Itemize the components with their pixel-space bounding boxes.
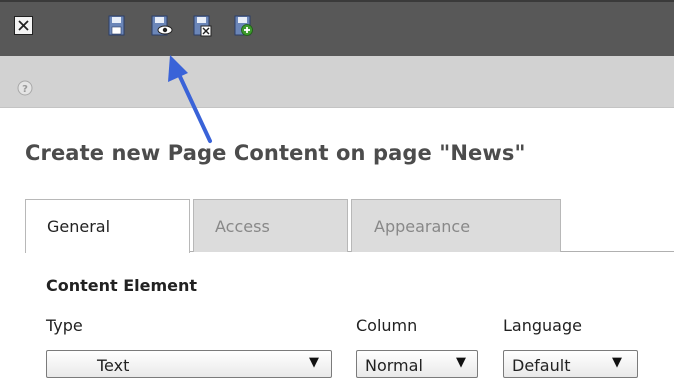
save-and-new-icon <box>234 15 253 36</box>
svg-text:?: ? <box>22 84 28 95</box>
doc-toolbar <box>0 0 674 56</box>
save-and-close-button[interactable] <box>193 15 212 37</box>
chevron-down-icon: ▼ <box>456 355 466 370</box>
chevron-down-icon: ▼ <box>612 355 622 370</box>
close-icon <box>18 20 29 31</box>
type-select[interactable]: Text ▼ <box>46 350 332 378</box>
language-select-value: Default <box>512 356 571 375</box>
tab-appearance[interactable]: Appearance <box>351 199 561 252</box>
save-and-close-icon <box>193 15 212 37</box>
column-select-value: Normal <box>365 356 423 375</box>
tab-label: Appearance <box>374 217 471 236</box>
save-and-new-button[interactable] <box>234 15 253 37</box>
save-and-view-button[interactable] <box>151 15 173 37</box>
type-label: Type <box>46 316 83 335</box>
chevron-down-icon: ▼ <box>309 355 319 370</box>
save-button[interactable] <box>108 15 127 37</box>
language-label: Language <box>503 316 582 335</box>
column-label: Column <box>356 316 418 335</box>
language-select[interactable]: Default ▼ <box>503 350 638 378</box>
column-select[interactable]: Normal ▼ <box>356 350 478 378</box>
save-icon <box>108 15 125 36</box>
save-and-view-icon <box>151 15 173 36</box>
tab-label: General <box>47 217 111 236</box>
tab-access[interactable]: Access <box>193 199 348 252</box>
tab-general[interactable]: General <box>25 199 190 253</box>
section-title: Content Element <box>46 276 198 295</box>
help-icon[interactable]: ? <box>17 80 33 96</box>
tab-label: Access <box>215 217 270 236</box>
doc-subbar: ? <box>0 56 674 108</box>
page-title: Create new Page Content on page "News" <box>25 141 526 165</box>
type-select-value: Text <box>97 356 130 375</box>
close-button[interactable] <box>14 16 33 35</box>
